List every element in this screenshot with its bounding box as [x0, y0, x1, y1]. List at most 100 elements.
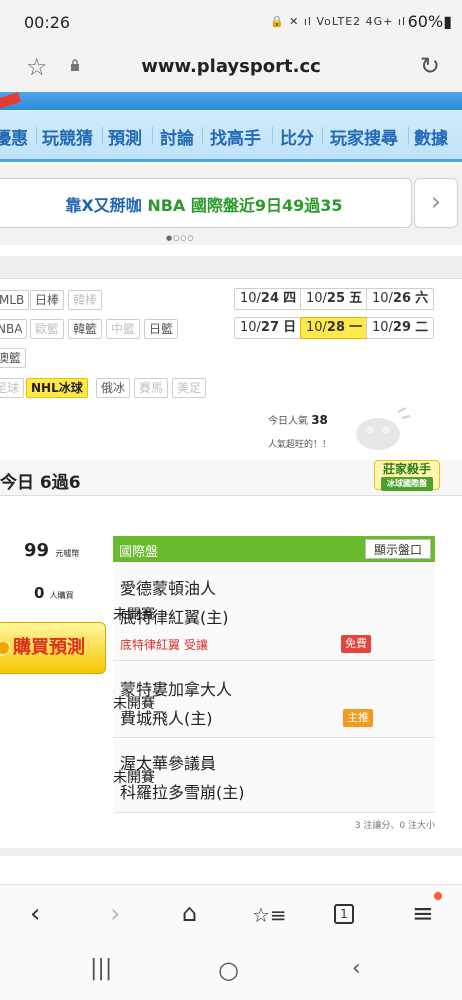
price-value: 99 [24, 540, 50, 561]
league-chip-cba[interactable]: 中籃 [106, 319, 141, 339]
date-weekday: 五 [349, 291, 363, 306]
league-chip-soccer[interactable]: 足球 [0, 378, 25, 398]
buyers-unit: 人購買 [49, 591, 74, 600]
league-chip-nhl[interactable]: NHL冰球 [26, 378, 88, 398]
league-chip-nbl[interactable]: 澳籃 [0, 348, 27, 368]
date-month: 10/ [240, 291, 261, 306]
banner-user: 靠X又掰咖 [65, 196, 142, 215]
nav-divider [408, 127, 409, 144]
banner-record: NBA 國際盤近9日49過35 [147, 196, 343, 215]
date-button[interactable]: 10/27 日 [234, 317, 303, 339]
nav-tab-scores[interactable]: 比分 [280, 124, 314, 149]
date-button-selected[interactable]: 10/28 一 [300, 317, 369, 339]
buy-prediction-label: 購買預測 [13, 637, 85, 658]
date-month: 10/ [240, 320, 261, 335]
mascot-icon [356, 407, 411, 450]
reload-icon[interactable]: ↻ [420, 52, 440, 80]
league-chip-khl[interactable]: 俄冰 [96, 378, 131, 398]
url-text[interactable]: www.playsport.cc [0, 56, 462, 77]
back-icon[interactable]: ‹ [30, 899, 40, 929]
prediction-buyers: 0 人購買 [34, 584, 74, 602]
site-header-strip [0, 92, 462, 110]
banner-pager-dots: ●○○○ [166, 234, 195, 242]
games-table-header: 國際盤 顯示盤口 [113, 536, 435, 562]
forward-icon[interactable]: › [110, 899, 120, 929]
date-weekday: 一 [349, 320, 363, 335]
date-weekday: 二 [415, 320, 429, 335]
league-chip-b-league[interactable]: 日籃 [144, 319, 179, 339]
date-button[interactable]: 10/25 五 [300, 288, 369, 310]
status-bar: 00:26 🔒 ✕ ıl VoLTE2 4G+ ıl 60%▮ [0, 0, 462, 44]
date-day: 24 [260, 291, 280, 306]
league-chip-kbl[interactable]: 韓籃 [68, 319, 103, 339]
nav-tab-predict[interactable]: 預測 [108, 124, 142, 149]
date-day: 28 [326, 320, 346, 335]
league-chip-mlb[interactable]: MLB [0, 290, 30, 310]
menu-icon[interactable]: ≡ [412, 899, 434, 929]
bet-count-note: 3 注讓分、0 注大小 [354, 821, 435, 831]
league-chip-horse-racing[interactable]: 賽馬 [134, 378, 169, 398]
date-button[interactable]: 10/26 六 [366, 288, 435, 310]
table-title: 國際盤 [119, 545, 159, 560]
notification-dot [434, 892, 442, 900]
nav-tab-experts[interactable]: 找高手 [210, 124, 261, 149]
system-back-icon[interactable]: ‹ [352, 956, 361, 981]
nav-tab-player-search[interactable]: 玩家搜尋 [330, 124, 398, 149]
popularity-value: 38 [311, 413, 328, 427]
promo-banner[interactable]: 靠X又掰咖 NBA 國際盤近9日49過35 [0, 178, 412, 228]
prediction-price: 99 元噓幣 [24, 540, 79, 561]
recents-icon[interactable]: ||| [90, 956, 112, 981]
badge-sub: 冰球國際盤 [381, 477, 433, 491]
screen: { "status_bar": { "time": "00:26", "icon… [0, 0, 462, 1000]
league-chip-npb[interactable]: 日棒 [30, 290, 65, 310]
game-row[interactable]: 愛德蒙頓油人 底特律紅翼(主) 底特律紅翼 受讓 免費 未開賽 [113, 563, 435, 661]
badge-title: 莊家殺手 [382, 462, 431, 476]
league-chip-nba[interactable]: NBA [0, 319, 28, 339]
bookmarks-icon[interactable]: ☆≡ [252, 903, 287, 927]
popularity-label-text: 今日人氣 [268, 416, 308, 427]
date-button[interactable]: 10/29 二 [366, 317, 435, 339]
league-chip-kbo[interactable]: 韓棒 [68, 290, 103, 310]
free-tag: 免費 [341, 635, 371, 653]
league-chip-nfl[interactable]: 美足 [172, 378, 207, 398]
league-chip-euro-basketball[interactable]: 歐籃 [30, 319, 65, 339]
coin-icon [0, 640, 11, 656]
date-month: 10/ [372, 291, 393, 306]
nav-divider [36, 127, 37, 144]
date-month: 10/ [306, 320, 327, 335]
away-team: 愛德蒙頓油人 [120, 579, 217, 598]
banner-next-button[interactable]: › [414, 178, 458, 228]
status-time: 00:26 [24, 13, 71, 32]
show-odds-button[interactable]: 顯示盤口 [364, 539, 431, 559]
system-nav-bar: ||| ○ ‹ [0, 944, 462, 1000]
date-button[interactable]: 10/24 四 [234, 288, 303, 310]
game-status: 未開賽 [113, 770, 155, 786]
today-record: 今日 6過6 [0, 473, 81, 493]
date-weekday: 六 [415, 291, 429, 306]
buy-prediction-button[interactable]: 購買預測 [0, 622, 106, 674]
tabs-icon[interactable]: 1 [334, 904, 354, 924]
browser-toolbar: ‹ › ⌂ ☆≡ 1 ≡ [0, 884, 462, 944]
date-month: 10/ [372, 320, 393, 335]
game-row[interactable]: 蒙特婁加拿大人 費城飛人(主) 主推 未開賽 [113, 662, 435, 738]
nav-tab-data[interactable]: 數據 [414, 124, 448, 149]
nav-tab-guess[interactable]: 玩競猜 [42, 124, 93, 149]
date-month: 10/ [306, 291, 327, 306]
system-home-icon[interactable]: ○ [218, 956, 239, 984]
game-row[interactable]: 渥太華參議員 科羅拉多雪崩(主) 未開賽 [113, 739, 435, 813]
game-status: 未開賽 [113, 607, 155, 623]
address-bar[interactable]: ☆ www.playsport.cc ↻ [0, 44, 462, 92]
date-weekday: 日 [283, 320, 297, 335]
home-icon[interactable]: ⌂ [182, 899, 197, 927]
nav-divider [272, 127, 273, 144]
price-unit: 元噓幣 [55, 549, 80, 558]
nav-tab-offers[interactable]: 優惠 [0, 124, 28, 149]
date-day: 27 [260, 320, 280, 335]
date-day: 29 [392, 320, 412, 335]
nav-tab-discuss[interactable]: 討論 [160, 124, 194, 149]
main-nav: 優惠 玩競猜 預測 討論 找高手 比分 玩家搜尋 數據 [0, 110, 462, 162]
nav-divider [322, 127, 323, 144]
status-icons: 🔒 ✕ ıl VoLTE2 4G+ ıl [269, 15, 406, 28]
date-weekday: 四 [283, 291, 297, 306]
game-status: 未開賽 [113, 696, 155, 712]
